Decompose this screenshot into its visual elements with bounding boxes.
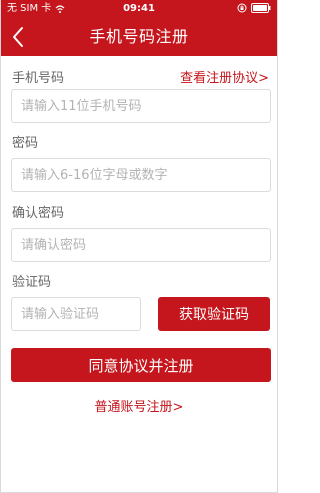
verification-code-input[interactable] (11, 297, 141, 331)
verification-code-label: 验证码 (12, 275, 52, 290)
agree-and-register-button[interactable]: 同意协议并注册 (11, 348, 271, 382)
password-input[interactable] (11, 158, 271, 192)
page-title: 手机号码注册 (89, 27, 189, 46)
view-agreement-link[interactable]: 查看注册协议> (180, 67, 269, 86)
phone-label: 手机号码 (12, 71, 65, 86)
phone-input[interactable] (11, 89, 271, 123)
status-bar: 无 SIM 卡 09:41 (1, 0, 277, 18)
confirm-password-label: 确认密码 (12, 206, 65, 221)
normal-account-register-link[interactable]: 普通账号注册> (1, 396, 277, 415)
nav-bar: 手机号码注册 (1, 18, 277, 56)
get-code-button[interactable]: 获取验证码 (158, 297, 270, 331)
battery-icon (251, 3, 271, 13)
password-label: 密码 (12, 136, 39, 151)
register-page: 无 SIM 卡 09:41 手机号码注册 手机号码 查看注册协议> 请输入11位… (0, 0, 278, 493)
confirm-password-input[interactable] (11, 228, 271, 262)
orientation-lock-icon (237, 3, 247, 13)
status-right-group (237, 3, 271, 13)
status-time: 09:41 (123, 3, 155, 14)
